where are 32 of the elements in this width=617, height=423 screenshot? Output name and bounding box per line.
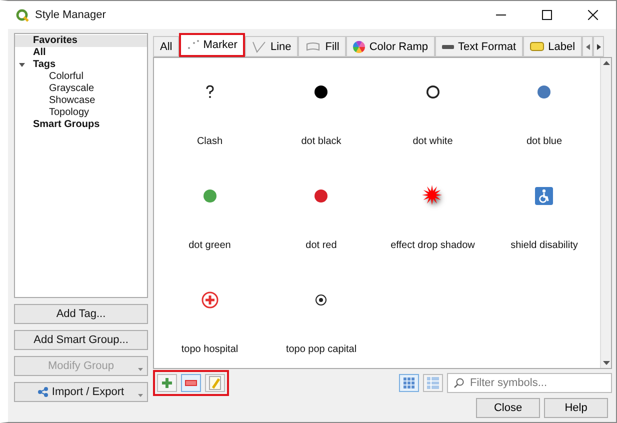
filter-field[interactable]: Filter symbols... <box>447 372 612 392</box>
symbol-name: dot blue <box>526 136 562 147</box>
symbol-name: dot black <box>301 136 342 147</box>
symbol-name: topo hospital <box>181 344 238 355</box>
tree-item[interactable]: Topology <box>15 107 147 119</box>
dialog-button[interactable]: Help <box>544 398 608 418</box>
tree-item[interactable]: Favorites <box>15 35 147 47</box>
window-title: Style Manager <box>35 9 107 21</box>
symbol-name: dot white <box>412 136 453 147</box>
symbol-name: dot green <box>188 240 231 251</box>
tab[interactable]: Color Ramp <box>346 36 436 57</box>
symbol-name: Clash <box>196 136 223 147</box>
tab[interactable]: Text Format <box>435 36 524 57</box>
symbol-name: dot red <box>306 240 337 251</box>
dialog-button[interactable]: Close <box>476 398 540 418</box>
side-button[interactable]: Add Smart Group... <box>14 330 148 350</box>
tab[interactable]: Fill <box>298 36 346 57</box>
tree-item[interactable]: Grayscale <box>15 83 147 95</box>
tab[interactable]: Line <box>245 36 298 57</box>
tree-item[interactable]: Showcase <box>15 95 147 107</box>
tab[interactable]: All <box>153 36 180 57</box>
tree-item[interactable]: All <box>15 47 147 59</box>
tree-item[interactable]: Tags <box>15 59 147 71</box>
tree-item[interactable]: Colorful <box>15 71 147 83</box>
symbol-name: shield disability <box>510 240 578 251</box>
symbol-name: effect drop shadow <box>390 240 475 251</box>
symbol-name: topo pop capital <box>286 344 357 355</box>
tree-item[interactable]: Smart Groups <box>15 119 147 131</box>
tab[interactable]: Label <box>523 36 582 57</box>
side-button[interactable]: Add Tag... <box>14 304 148 324</box>
tab[interactable]: Marker <box>179 33 246 57</box>
side-button[interactable]: Import / Export <box>14 382 148 402</box>
